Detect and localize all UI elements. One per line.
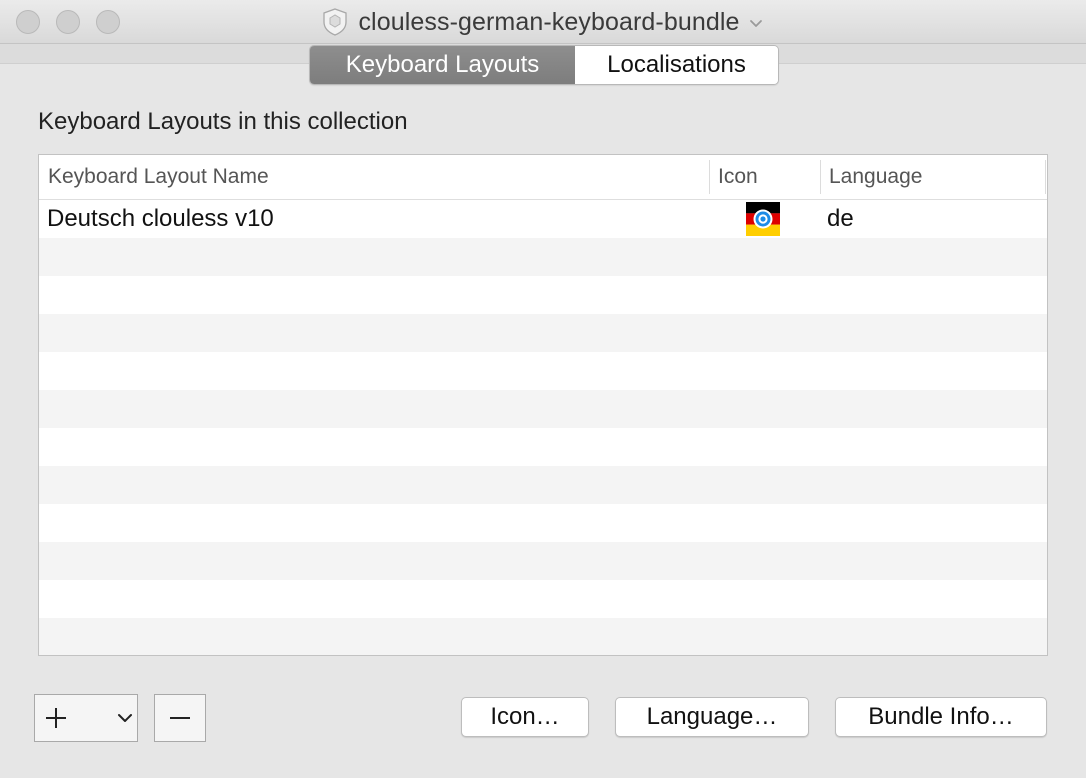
table-row xyxy=(39,390,1047,428)
view-segmented-control: Keyboard Layouts Localisations xyxy=(309,45,779,85)
table-row xyxy=(39,276,1047,314)
table-body: Deutsch clouless v10 de xyxy=(39,200,1047,655)
table-row xyxy=(39,238,1047,276)
column-divider[interactable] xyxy=(1045,160,1046,194)
table-row xyxy=(39,580,1047,618)
bundle-info-button[interactable]: Bundle Info… xyxy=(835,697,1047,737)
minus-icon xyxy=(170,717,190,719)
column-divider[interactable] xyxy=(709,160,710,194)
chevron-down-icon xyxy=(118,714,132,722)
window-title[interactable]: clouless-german-keyboard-bundle xyxy=(358,8,739,37)
layout-icon-cell xyxy=(745,200,781,238)
column-header-name[interactable]: Keyboard Layout Name xyxy=(48,155,708,199)
tab-localisations[interactable]: Localisations xyxy=(575,46,778,84)
section-heading: Keyboard Layouts in this collection xyxy=(38,108,408,135)
column-header-language[interactable]: Language xyxy=(829,155,1039,199)
icon-button[interactable]: Icon… xyxy=(461,697,589,737)
table-row xyxy=(39,466,1047,504)
table-row xyxy=(39,314,1047,352)
add-layout-popup-button[interactable] xyxy=(34,694,138,742)
remove-layout-button[interactable] xyxy=(154,694,206,742)
bundle-shield-icon xyxy=(322,8,348,36)
table-row xyxy=(39,504,1047,542)
table-row xyxy=(39,428,1047,466)
title-bar: clouless-german-keyboard-bundle xyxy=(0,0,1086,44)
table-row xyxy=(39,618,1047,655)
layout-language-cell: de xyxy=(827,205,854,232)
app-window: clouless-german-keyboard-bundle Keyboard… xyxy=(0,0,1086,778)
language-button[interactable]: Language… xyxy=(615,697,809,737)
window-title-area: clouless-german-keyboard-bundle xyxy=(0,6,1086,38)
plus-icon xyxy=(46,708,66,728)
column-header-icon[interactable]: Icon xyxy=(718,155,818,199)
table-row xyxy=(39,542,1047,580)
keyboard-layouts-table[interactable]: Keyboard Layout Name Icon Language Deuts… xyxy=(38,154,1048,656)
german-flag-icon xyxy=(746,202,780,236)
table-row[interactable]: Deutsch clouless v10 de xyxy=(39,200,1047,238)
chevron-down-icon[interactable] xyxy=(748,15,764,31)
table-row xyxy=(39,352,1047,390)
tab-keyboard-layouts[interactable]: Keyboard Layouts xyxy=(310,46,575,84)
column-divider[interactable] xyxy=(820,160,821,194)
layout-name-cell: Deutsch clouless v10 xyxy=(47,205,274,232)
table-header: Keyboard Layout Name Icon Language xyxy=(39,155,1047,200)
